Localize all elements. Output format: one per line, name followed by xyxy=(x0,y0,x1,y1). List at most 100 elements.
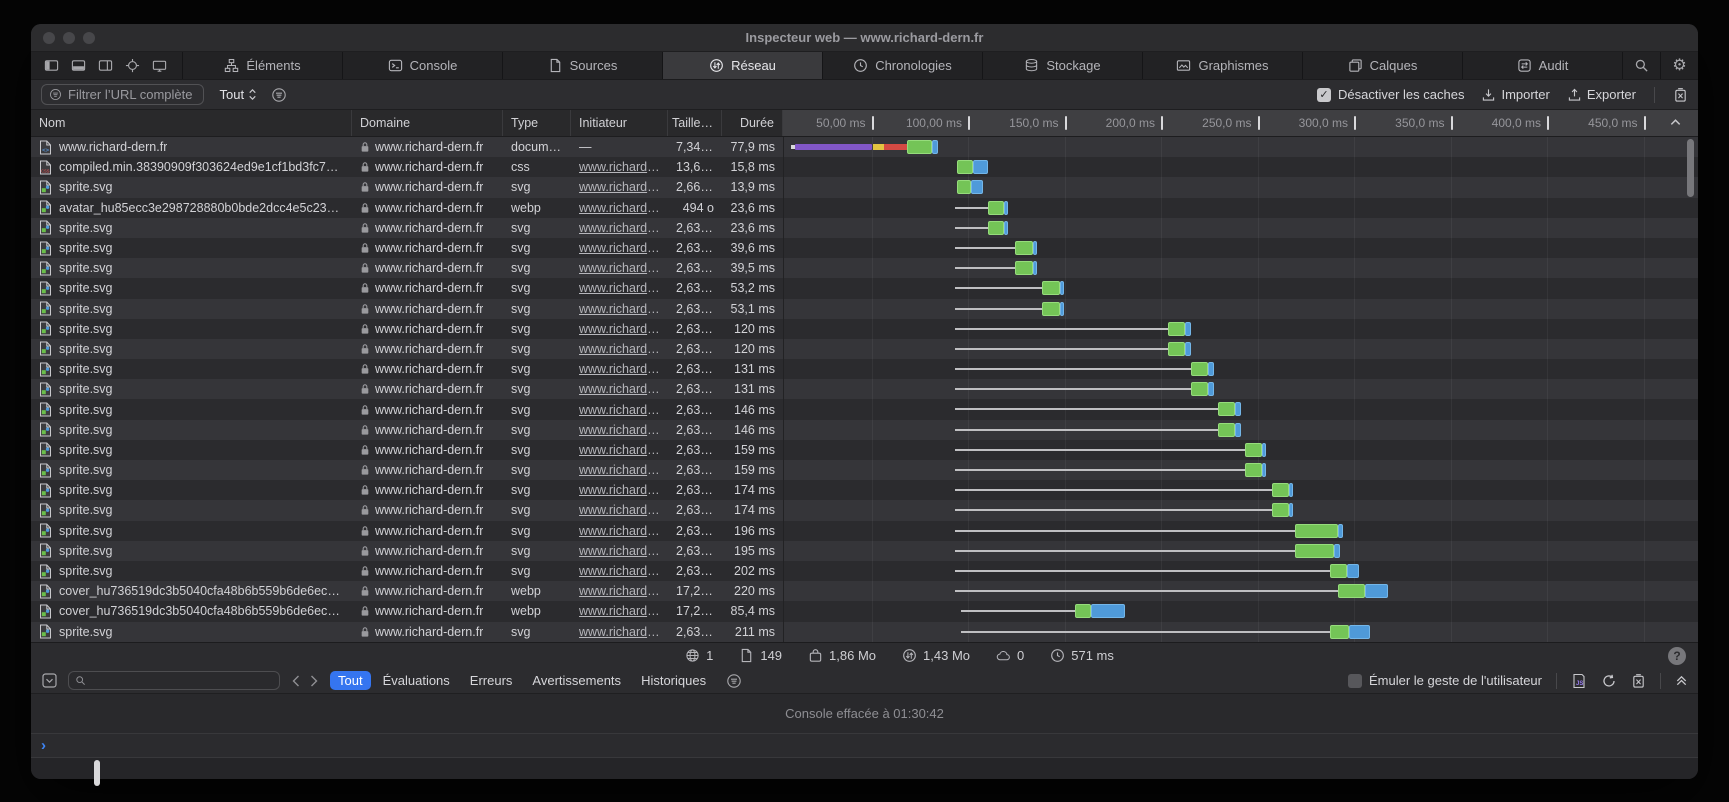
table-row[interactable]: cover_hu736519dc3b5040cfa48b6b559b6de6ec… xyxy=(31,601,1698,621)
console-search-input[interactable] xyxy=(68,671,280,690)
table-row[interactable]: sprite.svgwww.richard-dern.frsvgwww.rich… xyxy=(31,440,1698,460)
waterfall-bar[interactable] xyxy=(783,177,1698,197)
table-row[interactable]: cover_hu736519dc3b5040cfa48b6b559b6de6ec… xyxy=(31,581,1698,601)
initiator-link[interactable]: www.richard-d… xyxy=(579,342,660,356)
table-row[interactable]: sprite.svgwww.richard-dern.frsvgwww.rich… xyxy=(31,561,1698,581)
waterfall-bar[interactable] xyxy=(783,319,1698,339)
tab-layers[interactable]: Calques xyxy=(1302,52,1462,79)
filter-options-button[interactable] xyxy=(271,87,287,103)
tab-console[interactable]: Console xyxy=(342,52,502,79)
waterfall-bar[interactable] xyxy=(783,601,1698,621)
column-header-name[interactable]: Nom xyxy=(31,110,352,136)
export-button[interactable]: Exporter xyxy=(1568,87,1636,102)
column-header-duration[interactable]: Durée xyxy=(722,110,783,136)
waterfall-bar[interactable] xyxy=(783,500,1698,520)
import-button[interactable]: Importer xyxy=(1482,87,1549,102)
waterfall-bar[interactable] xyxy=(783,359,1698,379)
column-header-domain[interactable]: Domaine xyxy=(352,110,503,136)
waterfall-bar[interactable] xyxy=(783,460,1698,480)
waterfall-bar[interactable] xyxy=(783,581,1698,601)
waterfall-bar[interactable] xyxy=(783,157,1698,177)
table-row[interactable]: sprite.svgwww.richard-dern.frsvgwww.rich… xyxy=(31,258,1698,278)
initiator-link[interactable]: www.richard-d… xyxy=(579,423,660,437)
column-header-size[interactable]: Taille… xyxy=(668,110,722,136)
undock-icon[interactable] xyxy=(97,58,114,73)
table-row[interactable]: sprite.svgwww.richard-dern.frsvgwww.rich… xyxy=(31,379,1698,399)
table-row[interactable]: sprite.svgwww.richard-dern.frsvgwww.rich… xyxy=(31,541,1698,561)
waterfall-bar[interactable] xyxy=(783,137,1698,157)
console-prompt[interactable]: › xyxy=(31,734,1698,758)
tab-graphics[interactable]: Graphismes xyxy=(1142,52,1302,79)
initiator-link[interactable]: www.richard-d… xyxy=(579,503,660,517)
waterfall-bar[interactable] xyxy=(783,480,1698,500)
vertical-scrollbar[interactable] xyxy=(1687,139,1694,197)
table-row[interactable]: sprite.svgwww.richard-dern.frsvgwww.rich… xyxy=(31,500,1698,520)
table-row[interactable]: sprite.svgwww.richard-dern.frsvgwww.rich… xyxy=(31,622,1698,642)
settings-button[interactable]: ⚙ xyxy=(1660,52,1698,79)
table-row[interactable]: sprite.svgwww.richard-dern.frsvgwww.rich… xyxy=(31,359,1698,379)
show-console-snippets-button[interactable] xyxy=(1571,673,1587,689)
initiator-link[interactable]: www.richard-d… xyxy=(579,180,660,194)
column-header-initiator[interactable]: Initiateur xyxy=(571,110,668,136)
table-row[interactable]: sprite.svgwww.richard-dern.frsvgwww.rich… xyxy=(31,460,1698,480)
waterfall-bar[interactable] xyxy=(783,238,1698,258)
initiator-link[interactable]: www.richard-d… xyxy=(579,382,660,396)
waterfall-bar[interactable] xyxy=(783,541,1698,561)
waterfall-bar[interactable] xyxy=(783,561,1698,581)
table-row[interactable]: sprite.svgwww.richard-dern.frsvgwww.rich… xyxy=(31,420,1698,440)
initiator-link[interactable]: www.richard-d… xyxy=(579,463,660,477)
search-button[interactable] xyxy=(1622,52,1660,79)
waterfall-bar[interactable] xyxy=(783,440,1698,460)
table-row[interactable]: <>www.richard-dern.frwww.richard-dern.fr… xyxy=(31,137,1698,157)
tab-timelines[interactable]: Chronologies xyxy=(822,52,982,79)
waterfall-bar[interactable] xyxy=(783,198,1698,218)
table-row[interactable]: sprite.svgwww.richard-dern.frsvgwww.rich… xyxy=(31,521,1698,541)
initiator-link[interactable]: www.richard-d… xyxy=(579,403,660,417)
initiator-link[interactable]: www.richard-d… xyxy=(579,443,660,457)
console-scope-historiques[interactable]: Historiques xyxy=(633,671,714,690)
reload-button[interactable] xyxy=(1601,673,1617,689)
table-row[interactable]: sprite.svgwww.richard-dern.frsvgwww.rich… xyxy=(31,218,1698,238)
table-row[interactable]: sprite.svgwww.richard-dern.frsvgwww.rich… xyxy=(31,177,1698,197)
table-row[interactable]: sprite.svgwww.richard-dern.frsvgwww.rich… xyxy=(31,278,1698,298)
previous-result-icon[interactable] xyxy=(292,675,300,687)
waterfall-bar[interactable] xyxy=(783,218,1698,238)
initiator-link[interactable]: www.richard-d… xyxy=(579,604,660,618)
console-scope-avertissements[interactable]: Avertissements xyxy=(524,671,629,690)
initiator-link[interactable]: www.richard-d… xyxy=(579,524,660,538)
tab-audit[interactable]: Audit xyxy=(1462,52,1622,79)
table-row[interactable]: sprite.svgwww.richard-dern.frsvgwww.rich… xyxy=(31,319,1698,339)
waterfall-bar[interactable] xyxy=(783,299,1698,319)
console-filter-button[interactable] xyxy=(726,673,742,689)
initiator-link[interactable]: www.richard-d… xyxy=(579,261,660,275)
url-filter-input[interactable]: Filtrer l’URL complète xyxy=(41,84,204,105)
device-settings-icon[interactable] xyxy=(151,58,168,73)
initiator-link[interactable]: www.richard-d… xyxy=(579,302,660,316)
table-row[interactable]: sprite.svgwww.richard-dern.frsvgwww.rich… xyxy=(31,339,1698,359)
waterfall-bar[interactable] xyxy=(783,278,1698,298)
collapse-waterfall-icon[interactable] xyxy=(1669,116,1682,129)
waterfall-bar[interactable] xyxy=(783,521,1698,541)
initiator-link[interactable]: www.richard-d… xyxy=(579,625,660,639)
waterfall-bar[interactable] xyxy=(783,379,1698,399)
dock-bottom-icon[interactable] xyxy=(70,58,87,73)
initiator-link[interactable]: www.richard-d… xyxy=(579,322,660,336)
console-scope-button[interactable] xyxy=(41,672,58,689)
column-header-type[interactable]: Type xyxy=(503,110,571,136)
dock-left-icon[interactable] xyxy=(43,58,60,73)
waterfall-bar[interactable] xyxy=(783,420,1698,440)
table-row[interactable]: sprite.svgwww.richard-dern.frsvgwww.rich… xyxy=(31,480,1698,500)
clear-network-items-button[interactable] xyxy=(1673,87,1688,103)
initiator-link[interactable]: www.richard-d… xyxy=(579,584,660,598)
resource-type-select[interactable]: Tout xyxy=(220,87,258,102)
waterfall-bar[interactable] xyxy=(783,258,1698,278)
help-button[interactable]: ? xyxy=(1668,647,1686,665)
initiator-link[interactable]: www.richard-d… xyxy=(579,281,660,295)
tab-elements[interactable]: Éléments xyxy=(182,52,342,79)
element-picker-icon[interactable] xyxy=(124,58,141,73)
waterfall-bar[interactable] xyxy=(783,339,1698,359)
initiator-link[interactable]: www.richard-d… xyxy=(579,483,660,497)
console-scope-évaluations[interactable]: Évaluations xyxy=(375,671,458,690)
table-row[interactable]: csscompiled.min.38390909f303624ed9e1cf1b… xyxy=(31,157,1698,177)
tab-sources[interactable]: Sources xyxy=(502,52,662,79)
